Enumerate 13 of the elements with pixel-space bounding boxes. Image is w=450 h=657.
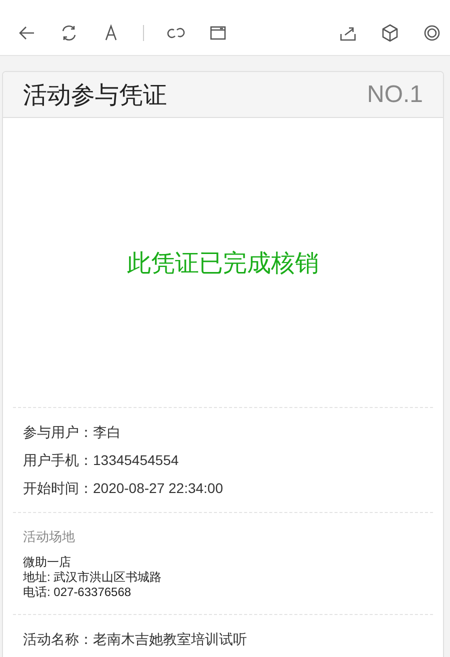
detail-line: 开始时间：2020-08-27 22:34:00: [23, 479, 224, 498]
cube-icon[interactable]: [380, 22, 400, 42]
detail-line: 参与用户：李白: [23, 423, 122, 442]
target-icon[interactable]: [422, 22, 442, 42]
status-message: 此凭证已完成核销: [127, 248, 319, 278]
voucher-number: NO.1: [366, 80, 423, 108]
venue-line: 微助一店: [23, 555, 72, 570]
activity-name: 活动名称：老南木吉她教室培训试听: [23, 630, 248, 649]
detail-line: 用户手机：13345454554: [23, 451, 180, 470]
card-title: 活动参与凭证: [23, 80, 167, 110]
venue-line: 电话: 027-63376568: [23, 585, 132, 600]
venue-line: 地址: 武汉市洪山区书城路: [23, 570, 163, 585]
venue-heading: 活动场地: [23, 528, 76, 546]
